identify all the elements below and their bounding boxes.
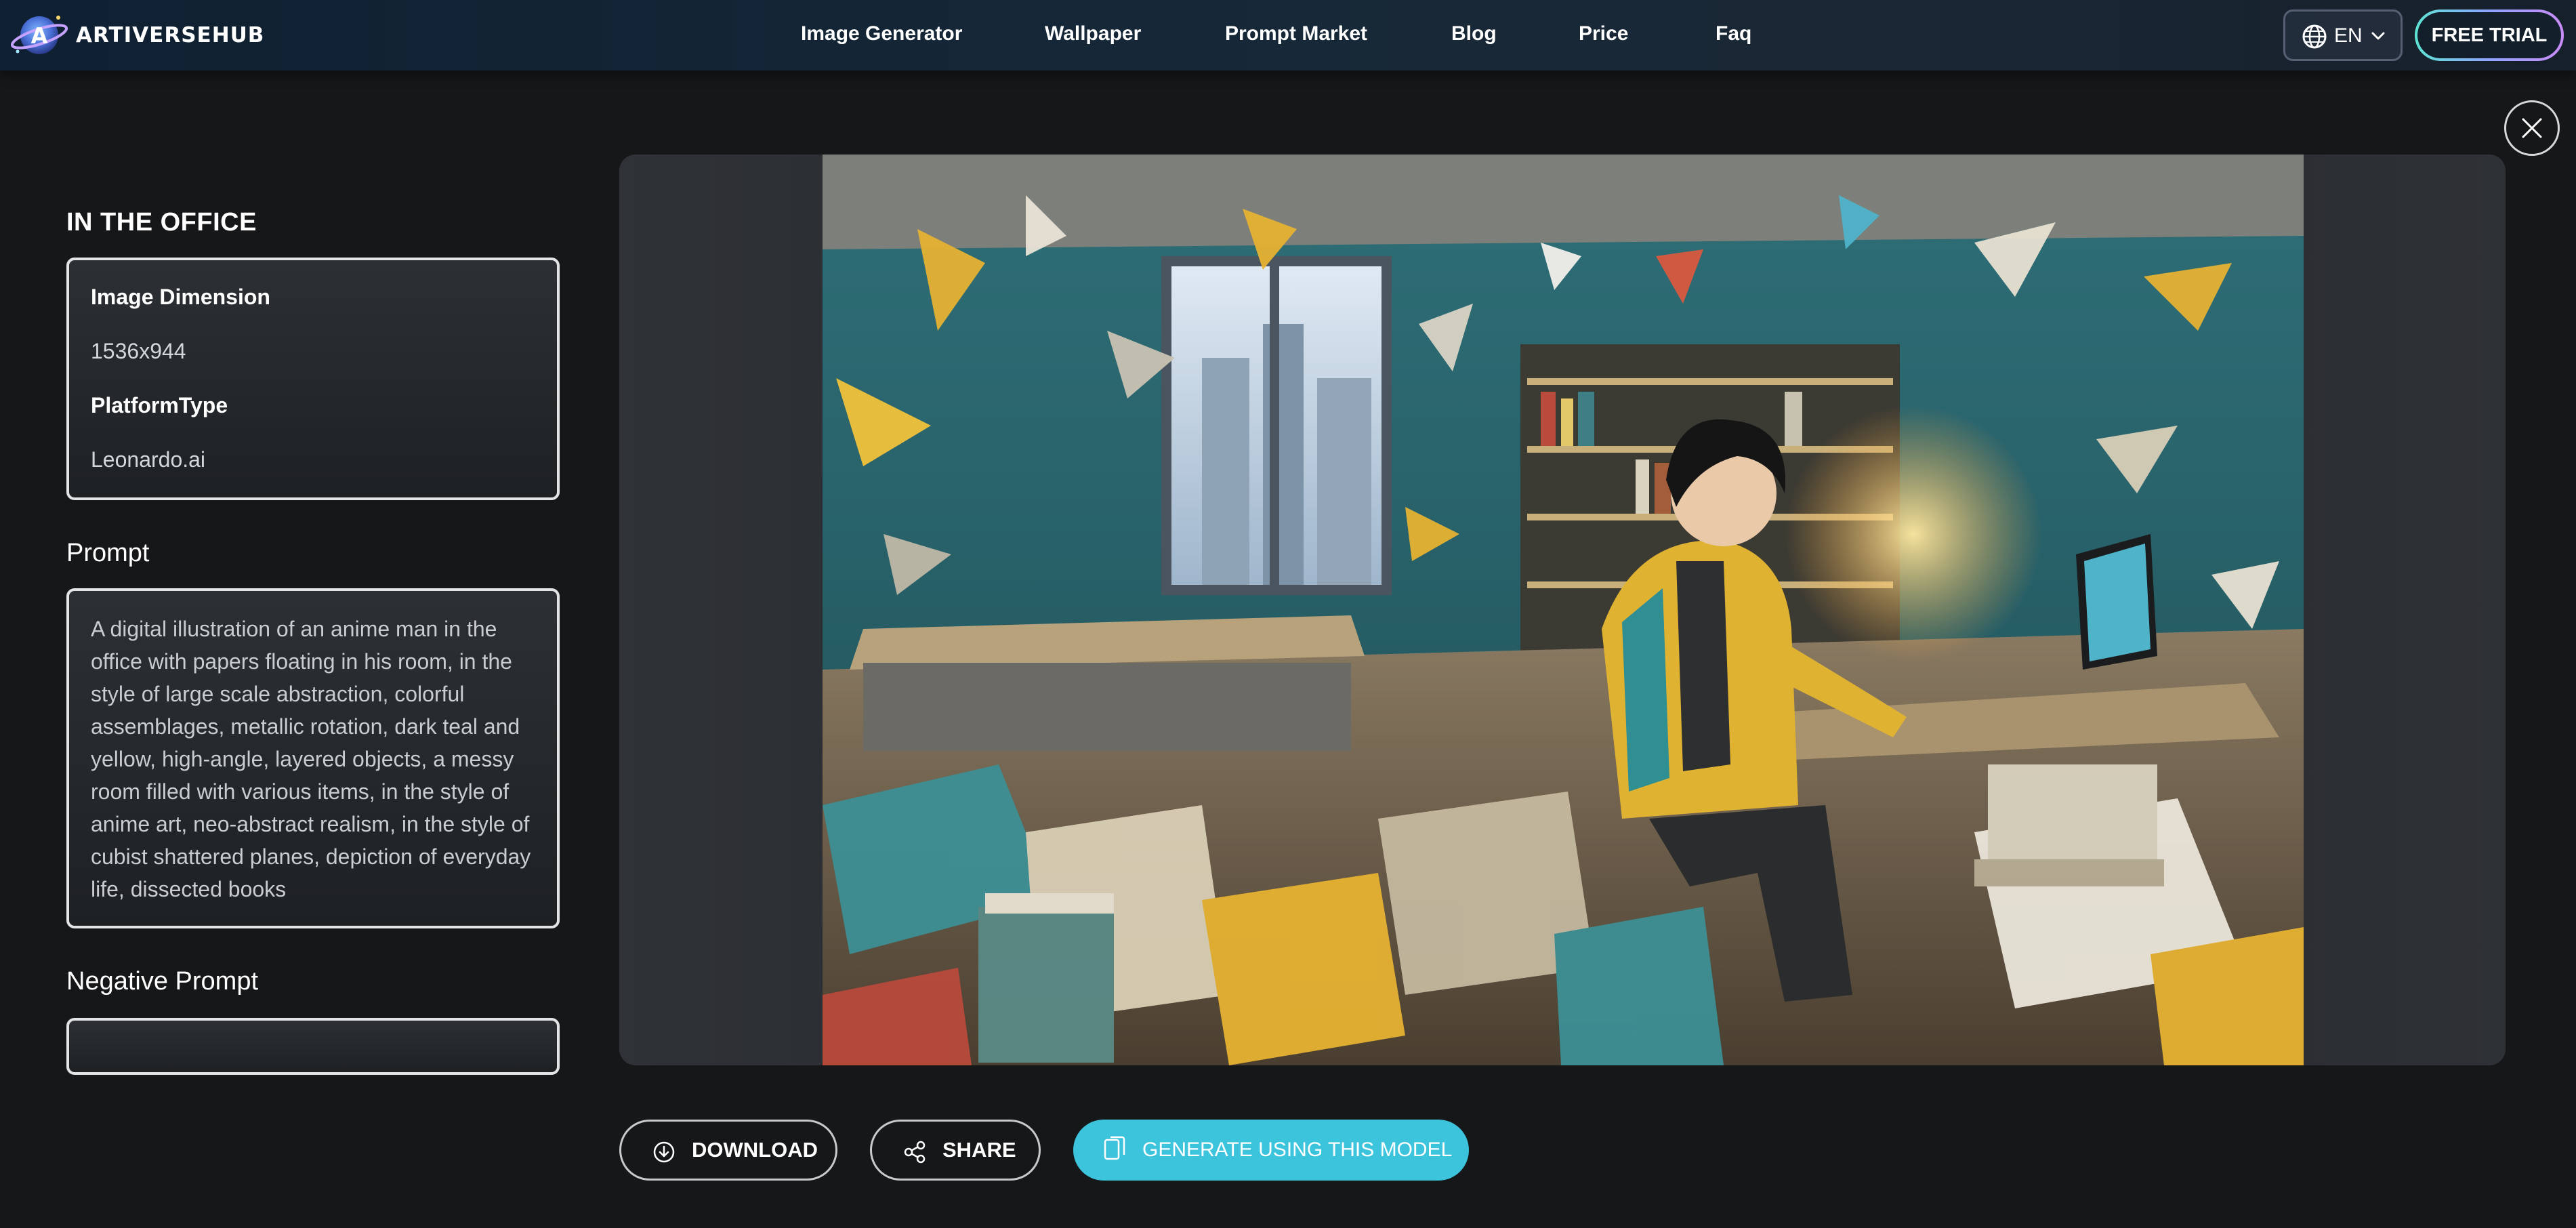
free-trial-label: FREE TRIAL	[2431, 24, 2548, 46]
generated-artwork-image	[823, 155, 2304, 1065]
language-label: EN	[2334, 24, 2363, 47]
nav-blog[interactable]: Blog	[1451, 19, 1497, 49]
image-preview-frame	[619, 155, 2506, 1065]
negative-prompt-heading: Negative Prompt	[66, 967, 259, 996]
negative-prompt-card	[66, 1018, 560, 1075]
nav-image-generator[interactable]: Image Generator	[801, 19, 962, 49]
share-icon	[904, 1141, 926, 1164]
prompt-heading: Prompt	[66, 539, 150, 567]
nav-faq[interactable]: Faq	[1716, 19, 1751, 49]
close-button[interactable]	[2504, 100, 2560, 156]
free-trial-button[interactable]: FREE TRIAL	[2415, 9, 2564, 61]
nav-prompt-market[interactable]: Prompt Market	[1225, 19, 1367, 49]
image-title: IN THE OFFICE	[66, 208, 257, 237]
prompt-card: A digital illustration of an anime man i…	[66, 588, 560, 928]
platform-value: Leonardo.ai	[91, 447, 206, 472]
globe-icon	[2302, 24, 2327, 49]
generate-using-model-button[interactable]: GENERATE USING THIS MODEL	[1073, 1120, 1469, 1181]
language-selector[interactable]: EN	[2283, 9, 2403, 61]
platform-label: PlatformType	[91, 393, 228, 417]
share-label: SHARE	[942, 1138, 1016, 1162]
nav-wallpaper[interactable]: Wallpaper	[1045, 19, 1141, 49]
top-navbar: A ARTIVERSEHUB Image Generator Wallpaper…	[0, 0, 2576, 70]
brand-name[interactable]: ARTIVERSEHUB	[76, 20, 264, 50]
planet-logo-icon[interactable]: A	[8, 7, 70, 64]
copy-icon	[1104, 1136, 1125, 1160]
download-icon	[653, 1141, 675, 1163]
download-label: DOWNLOAD	[692, 1138, 818, 1162]
image-info-card: Image Dimension 1536x944 PlatformType Le…	[66, 258, 560, 500]
dimension-label: Image Dimension	[91, 285, 270, 309]
share-button[interactable]: SHARE	[870, 1120, 1041, 1181]
chevron-down-icon	[2371, 32, 2385, 40]
close-icon	[2522, 118, 2542, 138]
generate-label: GENERATE USING THIS MODEL	[1142, 1139, 1453, 1161]
prompt-text: A digital illustration of an anime man i…	[91, 617, 531, 901]
dimension-value: 1536x944	[91, 339, 186, 363]
nav-price[interactable]: Price	[1579, 19, 1628, 49]
download-button[interactable]: DOWNLOAD	[619, 1120, 837, 1181]
svg-text:A: A	[31, 23, 48, 49]
